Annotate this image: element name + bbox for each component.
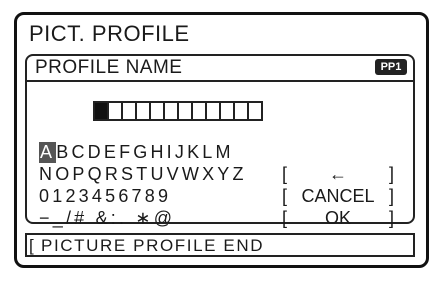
cancel-button[interactable]: [ CANCEL ] bbox=[282, 186, 394, 208]
footer-label: PICTURE PROFILE END bbox=[41, 236, 265, 255]
keyboard-key[interactable]: 3 bbox=[79, 186, 92, 207]
keyboard-key[interactable]: Q bbox=[88, 164, 105, 185]
keyboard-key[interactable]: 9 bbox=[158, 186, 171, 207]
keyboard-key[interactable]: D bbox=[88, 142, 104, 163]
keyboard-key[interactable]: 1 bbox=[52, 186, 65, 207]
keyboard-key bbox=[87, 208, 95, 229]
keyboard-key[interactable]: & bbox=[96, 208, 111, 229]
button-right-bracket: ] bbox=[388, 164, 394, 184]
camera-menu-screen: PICT. PROFILE PROFILE NAME PP1 ABCDEFGHI… bbox=[14, 12, 429, 268]
keyboard-key[interactable]: H bbox=[150, 142, 166, 163]
keyboard-key[interactable]: 8 bbox=[145, 186, 158, 207]
keyboard-key[interactable]: 7 bbox=[132, 186, 145, 207]
name-char-box bbox=[247, 101, 263, 121]
keyboard-row-4: −_/# &:. ∗@ bbox=[39, 208, 175, 229]
keyboard-key[interactable]: 4 bbox=[92, 186, 105, 207]
keyboard-key[interactable]: T bbox=[136, 164, 150, 185]
keyboard-key[interactable]: @ bbox=[154, 208, 175, 229]
keyboard-key[interactable]: M bbox=[216, 142, 234, 163]
keyboard-key[interactable]: N bbox=[39, 164, 55, 185]
ok-label: OK bbox=[324, 208, 351, 228]
keyboard-key[interactable]: W bbox=[182, 164, 202, 185]
keyboard-key[interactable]: ∗ bbox=[135, 208, 153, 229]
keyboard-key[interactable]: X bbox=[202, 164, 217, 185]
ok-button[interactable]: [ OK ] bbox=[282, 208, 394, 230]
keyboard-key[interactable]: E bbox=[104, 142, 119, 163]
keyboard-key[interactable]: / bbox=[66, 208, 74, 229]
keyboard-key[interactable]: P bbox=[72, 164, 87, 185]
cancel-label: CANCEL bbox=[301, 186, 375, 206]
keyboard-key[interactable]: O bbox=[55, 164, 72, 185]
keyboard-key[interactable]: I bbox=[167, 142, 175, 163]
keyboard-key[interactable]: R bbox=[105, 164, 121, 185]
screen-title: PICT. PROFILE bbox=[29, 21, 190, 46]
keyboard-key[interactable]: L bbox=[202, 142, 215, 163]
name-entry-field[interactable] bbox=[93, 101, 263, 121]
keyboard-key[interactable]: 0 bbox=[39, 186, 52, 207]
backspace-button[interactable]: [ ← ] bbox=[282, 164, 394, 186]
keyboard-key[interactable]: U bbox=[150, 164, 166, 185]
profile-name-panel: PROFILE NAME PP1 ABCDEFGHIJKLM NOPQRSTUV… bbox=[25, 54, 415, 228]
picture-profile-icon: PP1 bbox=[375, 59, 407, 75]
keyboard-key[interactable]: S bbox=[121, 164, 136, 185]
keyboard-key[interactable]: _ bbox=[53, 208, 66, 229]
keyboard-key[interactable]: Y bbox=[217, 164, 232, 185]
keyboard-key bbox=[127, 208, 135, 229]
left-arrow-icon: ← bbox=[329, 164, 347, 184]
keyboard-key[interactable]: A bbox=[39, 142, 57, 163]
panel-header-label: PROFILE NAME bbox=[35, 57, 183, 78]
footer-end-button[interactable]: [ PICTURE PROFILE END bbox=[25, 233, 415, 257]
keyboard-key[interactable]: 2 bbox=[65, 186, 78, 207]
keyboard-key[interactable]: J bbox=[175, 142, 187, 163]
keyboard-row-3: 0123456789 bbox=[39, 186, 171, 207]
keyboard-key[interactable]: F bbox=[119, 142, 133, 163]
keyboard-key[interactable]: 5 bbox=[105, 186, 118, 207]
button-right-bracket: ] bbox=[388, 186, 394, 206]
keyboard-key[interactable]: . bbox=[119, 208, 127, 229]
keyboard-key[interactable]: B bbox=[56, 142, 71, 163]
keyboard-key[interactable]: − bbox=[39, 208, 53, 229]
keyboard-key[interactable]: C bbox=[71, 142, 87, 163]
keyboard-key[interactable]: # bbox=[74, 208, 87, 229]
keyboard-key[interactable]: K bbox=[187, 142, 202, 163]
keyboard-key[interactable]: Z bbox=[233, 164, 247, 185]
button-right-bracket: ] bbox=[388, 208, 394, 228]
keyboard-key[interactable]: : bbox=[111, 208, 119, 229]
footer-left-bracket: [ bbox=[29, 236, 34, 255]
keyboard-row-1: ABCDEFGHIJKLM bbox=[39, 142, 234, 163]
keyboard-key[interactable]: V bbox=[167, 164, 182, 185]
keyboard-key[interactable]: G bbox=[133, 142, 150, 163]
keyboard-key[interactable]: 6 bbox=[118, 186, 131, 207]
keyboard-row-2: NOPQRSTUVWXYZ bbox=[39, 164, 247, 185]
panel-header: PROFILE NAME PP1 bbox=[27, 56, 413, 82]
